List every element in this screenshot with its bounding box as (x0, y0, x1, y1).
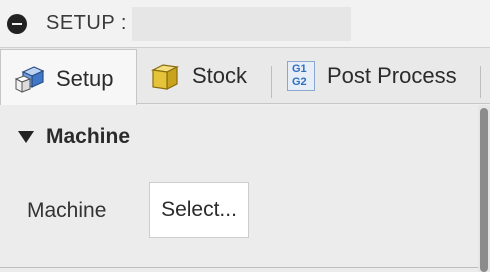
gcode-icon-top-text: G1 (292, 63, 307, 75)
minus-circle-icon[interactable] (7, 14, 27, 34)
machine-label: Machine (27, 199, 107, 222)
tab-post-process[interactable]: G1 G2 Post Process (287, 48, 477, 104)
section-title: Machine (46, 125, 131, 148)
expand-triangle-icon (18, 131, 34, 143)
tab-separator (480, 66, 481, 98)
tab-separator (271, 66, 272, 98)
stock-cube-icon (150, 61, 180, 91)
tab-bar: Setup Stock G1 G2 Post Process (0, 48, 490, 107)
tab-setup-label: Setup (56, 65, 114, 91)
section-divider (0, 267, 478, 268)
tab-stock[interactable]: Stock (150, 48, 268, 104)
gcode-icon: G1 G2 (287, 61, 315, 91)
gcode-icon-bottom-text: G2 (292, 76, 307, 88)
setup-panel: Machine Machine Select... (0, 105, 478, 272)
setup-cube-icon (14, 64, 45, 94)
tab-setup[interactable]: Setup (0, 49, 137, 107)
machine-section-header[interactable]: Machine (18, 125, 130, 149)
vertical-scrollbar[interactable] (478, 105, 490, 272)
scrollbar-thumb[interactable] (480, 108, 488, 272)
setup-title: SETUP : (46, 12, 127, 34)
title-bar: SETUP : (0, 0, 490, 48)
setup-name-input[interactable] (132, 7, 351, 41)
tab-stock-label: Stock (192, 63, 248, 88)
tab-post-process-label: Post Process (327, 63, 457, 88)
machine-select-button[interactable]: Select... (149, 182, 249, 238)
